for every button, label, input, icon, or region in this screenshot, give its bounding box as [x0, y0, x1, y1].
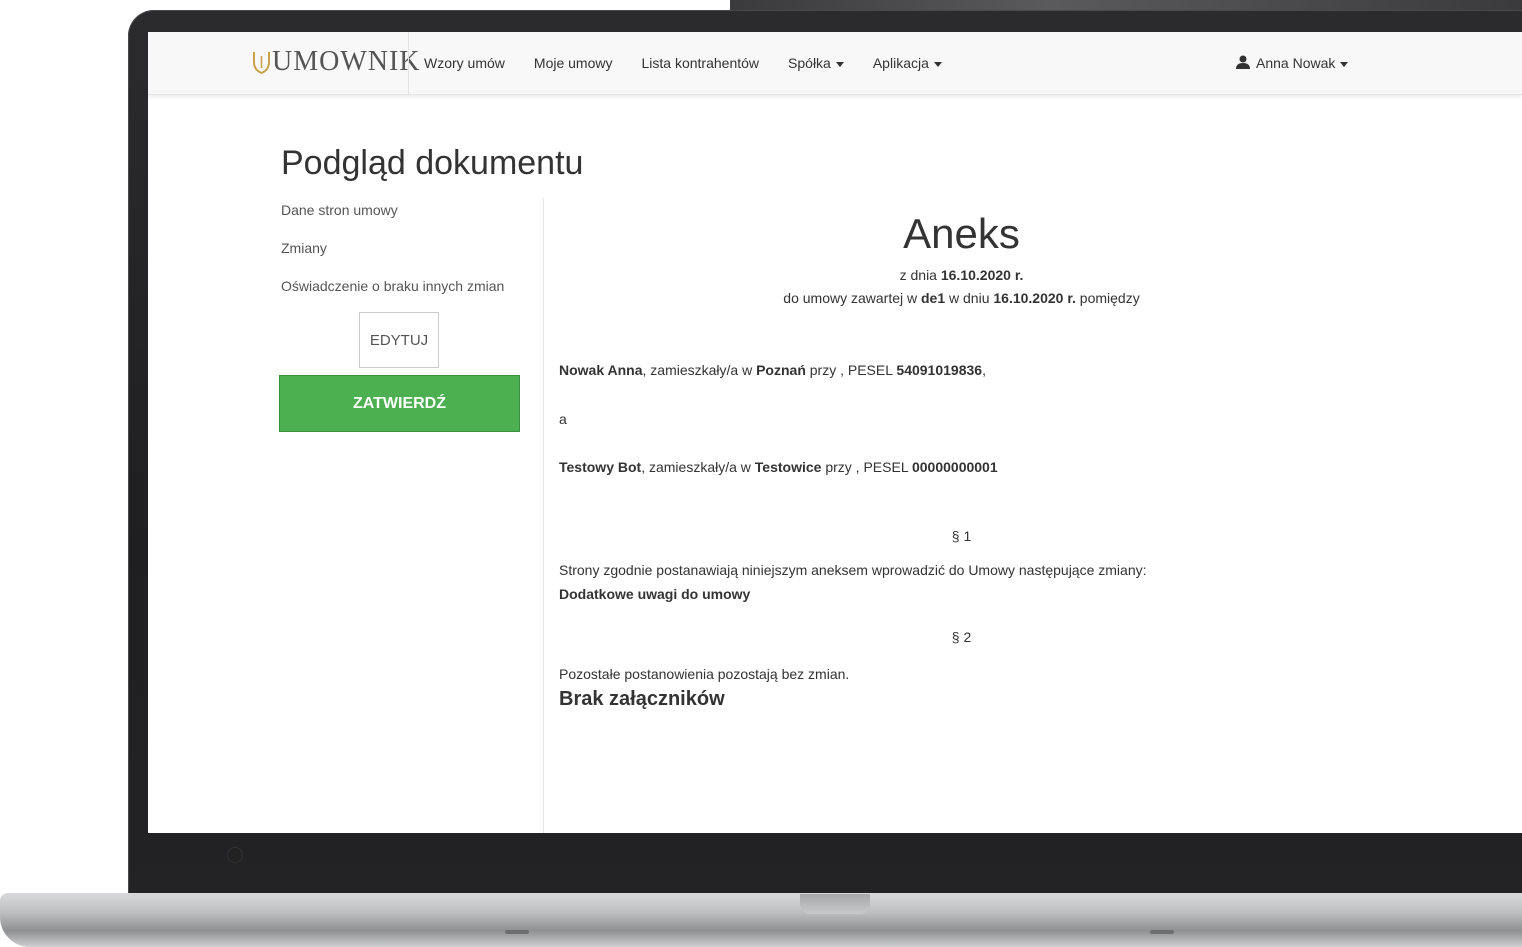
- section-1-mark: § 1: [951, 528, 972, 544]
- laptop-base: [0, 893, 1522, 947]
- nav-item-label: Spółka: [788, 55, 831, 71]
- party-1-pesel: 54091019836: [896, 362, 983, 378]
- contract-mid: w dniu: [949, 290, 990, 306]
- party-2: Testowy Bot, zamieszkały/a w Testowice p…: [559, 459, 998, 475]
- laptop-lid-edge: [730, 0, 1522, 10]
- sidebar-link-dane-stron[interactable]: Dane stron umowy: [281, 200, 541, 238]
- laptop-foot: [1150, 930, 1174, 934]
- user-icon: [1236, 55, 1250, 72]
- party-2-name: Testowy Bot: [559, 459, 642, 475]
- navbar: UMOWNIK Wzory umów Moje umowy Lista kont…: [148, 32, 1522, 95]
- party-2-city: Testowice: [754, 459, 822, 475]
- laptop-foot: [505, 930, 529, 934]
- confirm-button[interactable]: ZATWIERDŹ: [279, 375, 520, 432]
- party-2-mid: , zamieszkały/a w: [641, 459, 751, 475]
- contract-place: de1: [921, 290, 946, 306]
- sidebar: Dane stron umowy Zmiany Oświadczenie o b…: [279, 200, 541, 432]
- section-1-change-text: Dodatkowe uwagi do umowy: [559, 586, 751, 602]
- logo-divider: [408, 32, 409, 94]
- user-name: Anna Nowak: [1256, 55, 1336, 71]
- nav-item-label: Lista kontrahentów: [641, 55, 760, 71]
- document-date-line: z dnia 16.10.2020 r.: [559, 264, 1364, 287]
- sidebar-link-oswiadczenie[interactable]: Oświadczenie o braku innych zmian: [281, 276, 541, 314]
- section-1-change: Dodatkowe uwagi do umowy: [559, 586, 750, 602]
- contract-suffix: pomiędzy: [1079, 290, 1140, 306]
- party-2-pesel: 00000000001: [911, 459, 998, 475]
- section-2-mark: § 2: [951, 629, 972, 645]
- edit-button[interactable]: EDYTUJ: [359, 312, 439, 368]
- sidebar-link-zmiany[interactable]: Zmiany: [281, 238, 541, 276]
- nav-item-label: Moje umowy: [533, 55, 613, 71]
- webcam-icon: [228, 848, 242, 862]
- logo-text: UMOWNIK: [272, 46, 421, 77]
- page-title: Podgląd dokumentu: [281, 144, 584, 182]
- screen: UMOWNIK Wzory umów Moje umowy Lista kont…: [148, 32, 1522, 833]
- nav-item-lista-kontrahentow[interactable]: Lista kontrahentów: [642, 55, 760, 71]
- party-2-pesel-prefix: przy , PESEL: [825, 459, 909, 475]
- caret-down-icon: [933, 61, 942, 67]
- logo[interactable]: UMOWNIK: [253, 46, 421, 78]
- document-preview: Aneks z dnia 16.10.2020 r. do umowy zawa…: [559, 202, 1364, 710]
- column-divider: [543, 198, 544, 833]
- section-2-text: Pozostałe postanowienia pozostają bez zm…: [559, 666, 850, 682]
- user-menu-dropdown[interactable]: Anna Nowak: [1236, 32, 1349, 94]
- nav-item-label: Aplikacja: [872, 55, 929, 71]
- date-prefix: z dnia: [899, 267, 937, 283]
- annex-date: 16.10.2020 r.: [940, 267, 1024, 283]
- party-1-name: Nowak Anna: [559, 362, 643, 378]
- section-1-text: Strony zgodnie postanawiają niniejszym a…: [559, 562, 1147, 578]
- caret-down-icon: [835, 61, 844, 67]
- laptop-mockup: UMOWNIK Wzory umów Moje umowy Lista kont…: [0, 0, 1522, 947]
- shield-logo-icon: [253, 50, 270, 75]
- document-title: Aneks: [903, 210, 1020, 257]
- party-1-pesel-prefix: przy , PESEL: [809, 362, 893, 378]
- party-1-mid: , zamieszkały/a w: [642, 362, 753, 378]
- attachments-label: Brak załączników: [559, 688, 725, 710]
- party-1-end: ,: [982, 362, 986, 378]
- contract-prefix: do umowy zawartej w: [783, 290, 918, 306]
- nav-item-aplikacja-dropdown[interactable]: Aplikacja: [873, 55, 942, 71]
- nav-item-label: Wzory umów: [424, 55, 505, 71]
- caret-down-icon: [1340, 61, 1349, 67]
- nav-item-moje-umowy[interactable]: Moje umowy: [534, 55, 613, 71]
- nav-item-wzory-umow[interactable]: Wzory umów: [424, 55, 505, 71]
- party-separator: a: [559, 411, 567, 427]
- contract-date: 16.10.2020 r.: [993, 290, 1076, 306]
- party-1: Nowak Anna, zamieszkały/a w Poznań przy …: [559, 362, 986, 378]
- laptop-notch: [800, 894, 870, 914]
- party-1-city: Poznań: [756, 362, 806, 378]
- nav-item-spolka-dropdown[interactable]: Spółka: [788, 55, 844, 71]
- document-contract-line: do umowy zawartej w de1 w dniu 16.10.202…: [559, 287, 1364, 310]
- main-nav: Wzory umów Moje umowy Lista kontrahentów…: [424, 32, 971, 94]
